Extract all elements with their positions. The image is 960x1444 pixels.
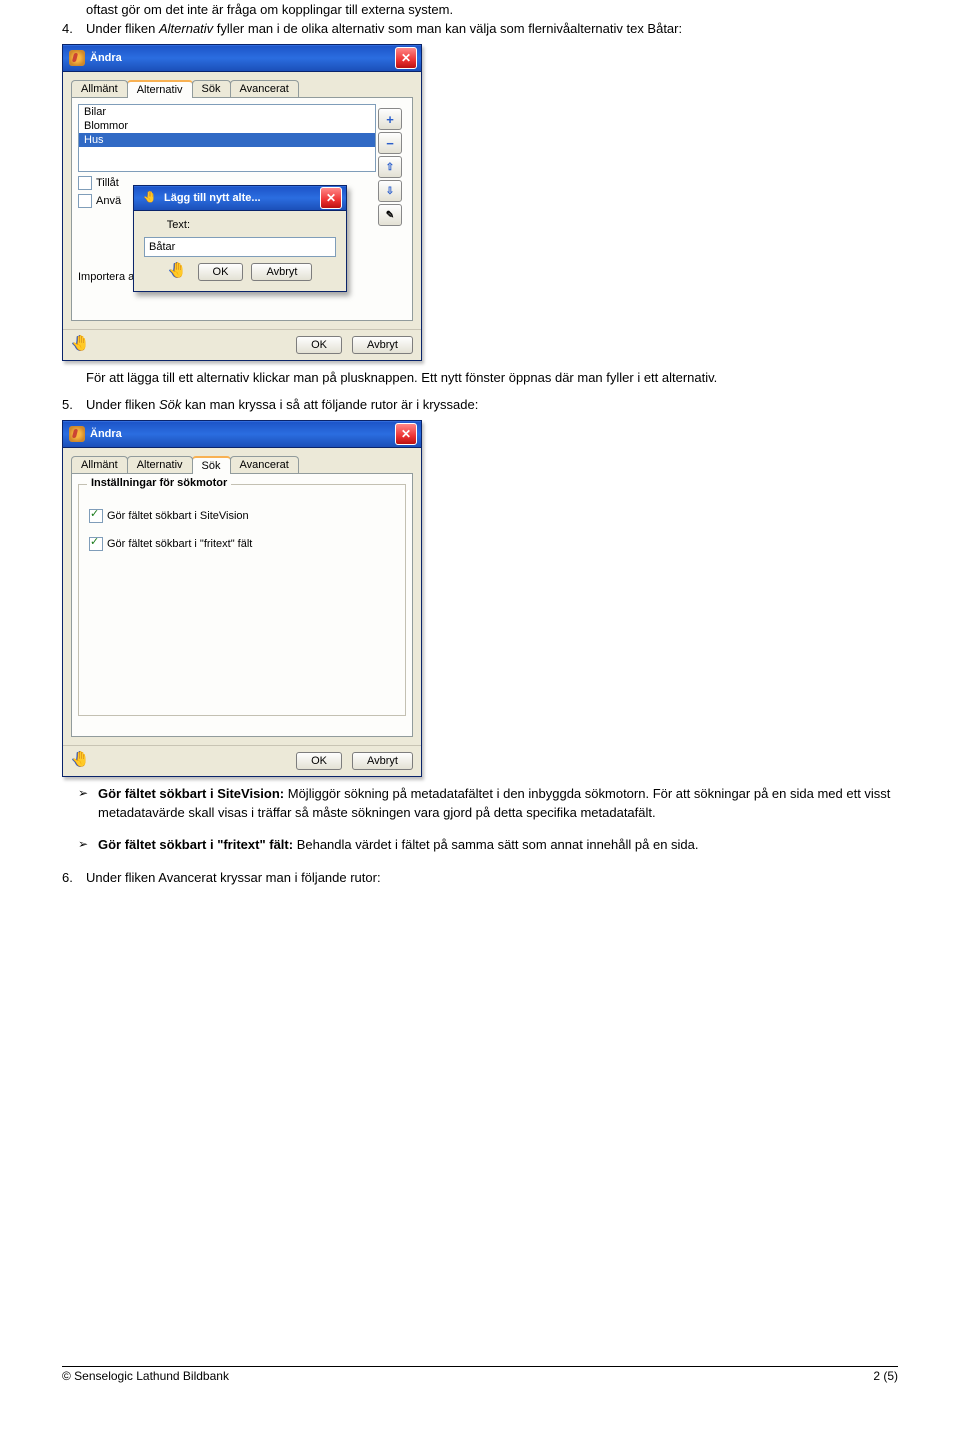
tab-alternativ[interactable]: Alternativ (127, 456, 193, 474)
dialog-title: Lägg till nytt alte... (164, 192, 261, 204)
hand-icon (143, 192, 160, 206)
cancel-button[interactable]: Avbryt (352, 752, 413, 770)
list-item-5: 5. Under fliken Sök kan man kryssa i så … (62, 396, 898, 414)
tab-allmant[interactable]: Allmänt (71, 456, 128, 474)
tabs: Allmänt Alternativ Sök Avancerat (71, 80, 413, 98)
window-title: Ändra (90, 52, 122, 64)
bullet-list: Gör fältet sökbart i SiteVision: Möjligg… (62, 785, 898, 856)
cancel-button[interactable]: Avbryt (352, 336, 413, 354)
item6-text: Under fliken Avancerat kryssar man i föl… (86, 869, 898, 887)
window-footer: OK Avbryt (63, 745, 421, 776)
checkbox-tillat[interactable] (78, 176, 92, 190)
list-item-4: 4. Under fliken Alternativ fyller man i … (62, 20, 898, 38)
checkbox-sitevision[interactable] (89, 509, 103, 523)
list-item-selected[interactable]: Hus (79, 133, 375, 147)
side-buttons: + − ⇧ ⇩ ✎ (378, 108, 402, 226)
cancel-button[interactable]: Avbryt (251, 263, 312, 281)
close-icon[interactable]: ✕ (395, 423, 417, 445)
tab-sok[interactable]: Sök (192, 80, 231, 98)
item4-number: 4. (62, 20, 86, 38)
tab-allmant[interactable]: Allmänt (71, 80, 128, 98)
list-item[interactable]: Bilar (79, 105, 375, 119)
list-item[interactable]: Blommor (79, 119, 375, 133)
remove-button[interactable]: − (378, 132, 402, 154)
titlebar[interactable]: Lägg till nytt alte... ✕ (134, 186, 346, 211)
bullet-item: Gör fältet sökbart i "fritext" fält: Beh… (78, 836, 898, 855)
tab-alternativ[interactable]: Alternativ (127, 80, 193, 98)
add-item-dialog: Lägg till nytt alte... ✕ Text: OK Avbryt (133, 185, 347, 292)
edit-window-2: Ändra ✕ Allmänt Alternativ Sök Avancerat… (62, 420, 422, 777)
edit-window-1: Ändra ✕ Allmänt Alternativ Sök Avancerat… (62, 44, 422, 361)
move-up-button[interactable]: ⇧ (378, 156, 402, 178)
tab-avancerat[interactable]: Avancerat (230, 456, 299, 474)
add-button[interactable]: + (378, 108, 402, 130)
item6-number: 6. (62, 869, 86, 887)
close-icon[interactable]: ✕ (395, 47, 417, 69)
hand-icon (71, 336, 93, 354)
hand-icon (168, 263, 190, 281)
list-item-6: 6. Under fliken Avancerat kryssar man i … (62, 869, 898, 887)
footer-left: © Senselogic Lathund Bildbank (62, 1369, 229, 1383)
edit-button[interactable]: ✎ (378, 204, 402, 226)
bullet-item: Gör fältet sökbart i SiteVision: Möjligg… (78, 785, 898, 823)
group-title: Inställningar för sökmotor (87, 477, 231, 489)
ok-button[interactable]: OK (296, 752, 342, 770)
tab-sok[interactable]: Sök (192, 456, 231, 474)
item4-text: Under fliken Alternativ fyller man i de … (86, 20, 898, 38)
footer-right: 2 (5) (873, 1369, 898, 1383)
ok-button[interactable]: OK (296, 336, 342, 354)
window-footer: OK Avbryt (63, 329, 421, 360)
ok-button[interactable]: OK (198, 263, 244, 281)
titlebar[interactable]: Ändra ✕ (63, 421, 421, 448)
search-settings-group: Inställningar för sökmotor Gör fältet sö… (78, 484, 406, 716)
checkbox-label: Anvä (96, 195, 121, 207)
checkbox-anva[interactable] (78, 194, 92, 208)
java-icon (69, 426, 85, 442)
tab-avancerat[interactable]: Avancerat (230, 80, 299, 98)
java-icon (69, 50, 85, 66)
move-down-button[interactable]: ⇩ (378, 180, 402, 202)
continuation-text: oftast gör om det inte är fråga om koppl… (86, 1, 898, 19)
hand-icon (71, 752, 93, 770)
titlebar[interactable]: Ändra ✕ (63, 45, 421, 72)
text-label: Text: (144, 219, 196, 231)
checkbox-label: Tillåt (96, 177, 119, 189)
alternatives-listbox[interactable]: Bilar Blommor Hus (78, 104, 376, 172)
item5-number: 5. (62, 396, 86, 414)
text-input[interactable] (144, 237, 336, 257)
checkbox-label: Gör fältet sökbart i "fritext" fält (107, 538, 252, 550)
close-icon[interactable]: ✕ (320, 187, 342, 209)
tab-pane-sok: Inställningar för sökmotor Gör fältet sö… (71, 473, 413, 737)
item5-text: Under fliken Sök kan man kryssa i så att… (86, 396, 898, 414)
window-title: Ändra (90, 428, 122, 440)
mid-paragraph: För att lägga till ett alternativ klicka… (86, 369, 898, 387)
checkbox-label: Gör fältet sökbart i SiteVision (107, 510, 249, 522)
tabs: Allmänt Alternativ Sök Avancerat (71, 456, 413, 474)
checkbox-fritext[interactable] (89, 537, 103, 551)
page-footer: © Senselogic Lathund Bildbank 2 (5) (62, 1366, 898, 1383)
